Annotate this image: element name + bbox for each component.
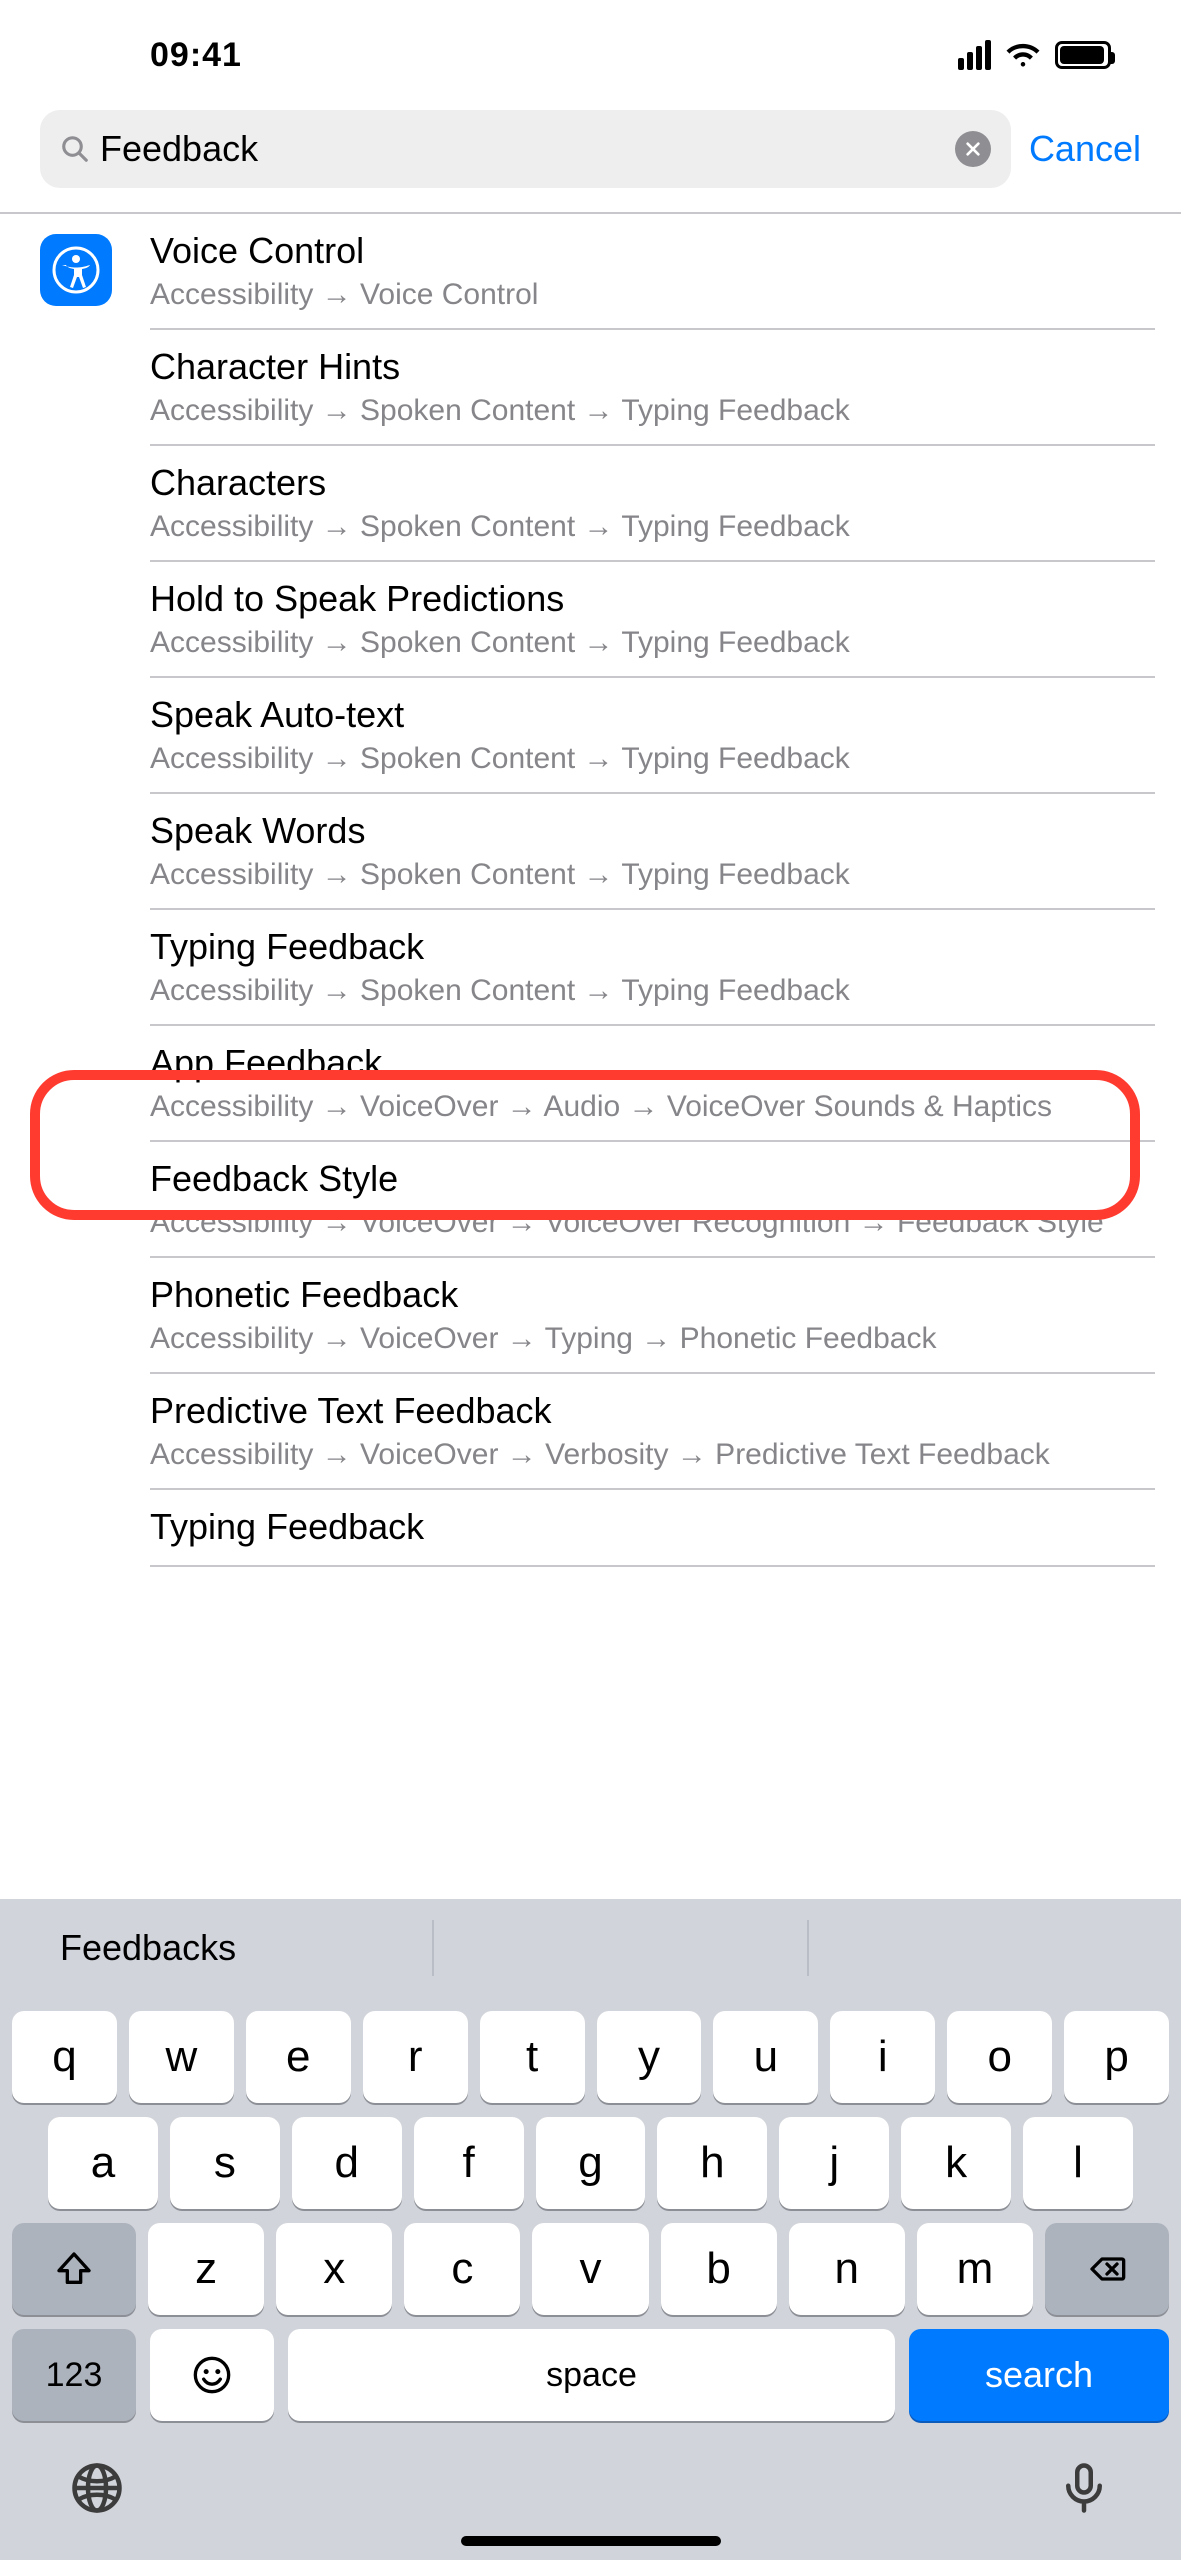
result-title: Predictive Text Feedback: [150, 1388, 1135, 1433]
key-j[interactable]: j: [779, 2117, 889, 2209]
cancel-button[interactable]: Cancel: [1029, 128, 1141, 170]
key-h[interactable]: h: [657, 2117, 767, 2209]
cellular-icon: [958, 40, 991, 70]
search-icon: [60, 134, 90, 164]
search-result-item[interactable]: Hold to Speak PredictionsAccessibility →…: [150, 562, 1155, 678]
result-path: Accessibility → Spoken Content → Typing …: [150, 623, 1135, 662]
key-u[interactable]: u: [713, 2011, 818, 2103]
result-title: Characters: [150, 460, 1135, 505]
suggestion-bar: Feedbacks: [0, 1899, 1181, 1997]
search-result-item[interactable]: CharactersAccessibility → Spoken Content…: [150, 446, 1155, 562]
key-d[interactable]: d: [292, 2117, 402, 2209]
result-path: Accessibility → Spoken Content → Typing …: [150, 855, 1135, 894]
key-r[interactable]: r: [363, 2011, 468, 2103]
shift-key[interactable]: [12, 2223, 136, 2315]
numbers-key[interactable]: 123: [12, 2329, 136, 2421]
result-path: Accessibility → VoiceOver → Typing → Pho…: [150, 1319, 1135, 1358]
result-path: Accessibility → VoiceOver → VoiceOver Re…: [150, 1203, 1135, 1242]
key-a[interactable]: a: [48, 2117, 158, 2209]
result-path: Accessibility → Spoken Content → Typing …: [150, 971, 1135, 1010]
result-path: Accessibility → Spoken Content → Typing …: [150, 739, 1135, 778]
key-s[interactable]: s: [170, 2117, 280, 2209]
result-title: Phonetic Feedback: [150, 1272, 1135, 1317]
result-path: Accessibility → Spoken Content → Typing …: [150, 391, 1135, 430]
search-result-item[interactable]: Typing FeedbackAccessibility → Spoken Co…: [150, 910, 1155, 1026]
key-p[interactable]: p: [1064, 2011, 1169, 2103]
key-n[interactable]: n: [789, 2223, 905, 2315]
search-input[interactable]: [100, 128, 955, 170]
key-y[interactable]: y: [597, 2011, 702, 2103]
search-header: Cancel: [0, 110, 1181, 212]
key-o[interactable]: o: [947, 2011, 1052, 2103]
space-key[interactable]: space: [288, 2329, 895, 2421]
key-x[interactable]: x: [276, 2223, 392, 2315]
status-time: 09:41: [150, 36, 242, 75]
key-w[interactable]: w: [129, 2011, 234, 2103]
result-title: App Feedback: [150, 1040, 1135, 1085]
clear-search-button[interactable]: [955, 131, 991, 167]
result-title: Speak Auto-text: [150, 692, 1135, 737]
search-result-item[interactable]: Voice ControlAccessibility → Voice Contr…: [150, 222, 1155, 330]
result-path: Accessibility → VoiceOver → Audio → Voic…: [150, 1087, 1135, 1126]
globe-icon[interactable]: [70, 2461, 124, 2520]
result-title: Feedback Style: [150, 1156, 1135, 1201]
result-title: Typing Feedback: [150, 924, 1135, 969]
mic-icon[interactable]: [1057, 2461, 1111, 2520]
key-v[interactable]: v: [532, 2223, 648, 2315]
key-z[interactable]: z: [148, 2223, 264, 2315]
home-indicator: [461, 2536, 721, 2546]
result-title: Typing Feedback: [150, 1504, 1135, 1549]
key-i[interactable]: i: [830, 2011, 935, 2103]
search-result-item[interactable]: App FeedbackAccessibility → VoiceOver → …: [150, 1026, 1155, 1142]
search-result-item[interactable]: Predictive Text FeedbackAccessibility → …: [150, 1374, 1155, 1490]
result-title: Voice Control: [150, 228, 1135, 273]
key-q[interactable]: q: [12, 2011, 117, 2103]
result-path: Accessibility → Voice Control: [150, 275, 1135, 314]
keyboard: Feedbacks qwertyuiop asdfghjkl zxcvbnm 1…: [0, 1899, 1181, 2560]
search-result-item[interactable]: Speak WordsAccessibility → Spoken Conten…: [150, 794, 1155, 910]
search-key[interactable]: search: [909, 2329, 1169, 2421]
key-m[interactable]: m: [917, 2223, 1033, 2315]
search-result-item[interactable]: Typing Feedback: [150, 1490, 1155, 1567]
search-result-item[interactable]: Feedback StyleAccessibility → VoiceOver …: [150, 1142, 1155, 1258]
backspace-key[interactable]: [1045, 2223, 1169, 2315]
result-title: Hold to Speak Predictions: [150, 576, 1135, 621]
key-k[interactable]: k: [901, 2117, 1011, 2209]
wifi-icon: [1005, 39, 1041, 72]
key-t[interactable]: t: [480, 2011, 585, 2103]
search-field[interactable]: [40, 110, 1011, 188]
search-result-item[interactable]: Character HintsAccessibility → Spoken Co…: [150, 330, 1155, 446]
result-title: Character Hints: [150, 344, 1135, 389]
key-l[interactable]: l: [1023, 2117, 1133, 2209]
keyboard-suggestion[interactable]: Feedbacks: [0, 1927, 432, 1969]
status-indicators: [958, 39, 1111, 72]
battery-icon: [1055, 41, 1111, 69]
status-bar: 09:41: [0, 0, 1181, 110]
search-result-item[interactable]: Phonetic FeedbackAccessibility → VoiceOv…: [150, 1258, 1155, 1374]
key-e[interactable]: e: [246, 2011, 351, 2103]
search-result-item[interactable]: Speak Auto-textAccessibility → Spoken Co…: [150, 678, 1155, 794]
accessibility-icon: [40, 234, 112, 306]
key-b[interactable]: b: [661, 2223, 777, 2315]
key-g[interactable]: g: [536, 2117, 646, 2209]
key-c[interactable]: c: [404, 2223, 520, 2315]
result-path: Accessibility → VoiceOver → Verbosity → …: [150, 1435, 1135, 1474]
key-f[interactable]: f: [414, 2117, 524, 2209]
result-title: Speak Words: [150, 808, 1135, 853]
result-path: Accessibility → Spoken Content → Typing …: [150, 507, 1135, 546]
emoji-key[interactable]: [150, 2329, 274, 2421]
search-results: Voice ControlAccessibility → Voice Contr…: [0, 212, 1181, 1567]
